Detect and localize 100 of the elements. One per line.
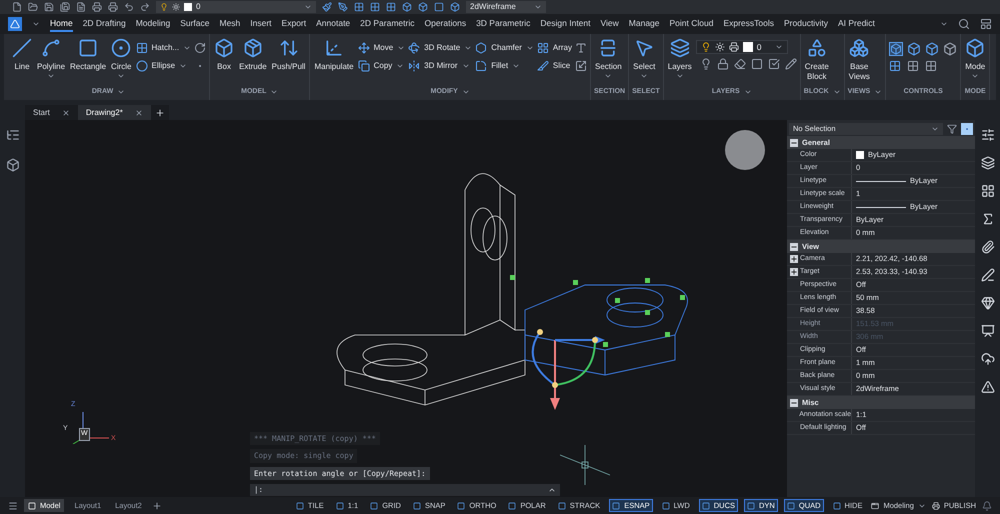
views-icon <box>849 38 870 58</box>
layer-tool-icon <box>700 58 712 70</box>
ribbon-tab[interactable]: AI Predict <box>838 16 875 32</box>
caret-icon <box>304 3 312 11</box>
ribbon-tool[interactable]: Array <box>536 42 572 54</box>
extrude-icon <box>242 38 263 58</box>
toolbar-icon <box>370 2 380 12</box>
ribbon-tab[interactable]: Operations <box>424 16 466 32</box>
ribbon-tab[interactable]: Home <box>50 16 73 32</box>
ribbon-tool[interactable]: Hatch... <box>136 42 192 54</box>
model-icon <box>28 502 36 510</box>
ribbon-tab[interactable]: Mesh <box>219 16 240 32</box>
line-sample <box>856 180 906 182</box>
filter-icon <box>947 124 957 134</box>
grid-icon <box>907 60 920 72</box>
ribbon-tool[interactable]: Polyline <box>36 38 66 80</box>
ribbon-tab[interactable]: Surface <box>180 16 210 32</box>
ribbon-tool[interactable]: Chamfer <box>475 42 534 54</box>
layer-dropdown[interactable]: 0 <box>156 1 316 13</box>
app-logo-icon <box>10 19 20 29</box>
ribbon-tool[interactable]: Rectangle <box>69 38 108 72</box>
plus-icon <box>152 500 162 510</box>
toggle-icon <box>612 502 620 510</box>
visual-style-dropdown[interactable]: 2dWireframe <box>466 1 546 13</box>
toggle-icon <box>662 502 670 510</box>
manipulator-icon <box>324 38 344 58</box>
bulb-icon <box>700 42 711 52</box>
ribbon-tool[interactable]: Fillet <box>475 60 534 72</box>
panel-icon <box>980 380 994 394</box>
ribbon-tool[interactable]: Create Block <box>804 38 830 82</box>
layer-dropdown[interactable]: 0 <box>696 40 788 54</box>
ribbon-tool[interactable]: Line <box>11 38 33 72</box>
ribbon-tab[interactable]: Modeling <box>136 16 170 32</box>
ribbon-tab[interactable]: 2D Parametric <box>360 16 414 32</box>
expand-icon <box>790 268 798 276</box>
close-icon <box>62 108 70 116</box>
ribbon-tab[interactable]: Design Intent <box>540 16 590 32</box>
printer-icon <box>728 42 739 52</box>
ribbon-tool[interactable]: Box <box>213 38 236 72</box>
arc-icon <box>194 42 206 54</box>
ribbon-tool[interactable]: Move <box>358 42 406 54</box>
grid-icon <box>925 60 938 72</box>
copy-icon <box>358 60 370 72</box>
ribbon-tool[interactable]: Manipulate <box>313 38 355 72</box>
cube-icon <box>943 42 958 56</box>
ribbon-tool[interactable]: Extrude <box>238 38 268 72</box>
cube-icon <box>925 42 940 56</box>
toggle-icon <box>832 502 841 510</box>
move-icon <box>358 42 370 54</box>
toolbar-icon <box>60 2 70 12</box>
panel-icon <box>980 128 994 142</box>
app-menu-button[interactable] <box>8 17 22 31</box>
layer-tool-icon <box>768 58 780 70</box>
ribbon-tab[interactable]: 2D Drafting <box>82 16 126 32</box>
sun-icon <box>714 42 725 52</box>
toggle-icon <box>296 502 304 510</box>
ribbon-tool[interactable]: Layers <box>666 38 693 80</box>
slice-icon <box>536 60 549 72</box>
toolbar-icon <box>44 2 54 12</box>
ribbon-tool[interactable]: Circle <box>110 38 132 80</box>
color-swatch <box>742 42 753 52</box>
ribbon-tool[interactable]: 3D Rotate <box>408 42 472 54</box>
hatch-icon <box>136 42 148 54</box>
toolbar-icon <box>386 2 396 12</box>
ribbon-tool[interactable]: Slice <box>536 60 572 72</box>
line-sample <box>856 206 906 208</box>
collapse-icon <box>790 138 798 146</box>
ribbon-tab[interactable]: Productivity <box>784 16 828 32</box>
workspace-icon <box>871 502 880 510</box>
panel-icon <box>980 324 994 338</box>
panel-icon <box>980 240 994 254</box>
document-tab[interactable]: Start <box>25 105 78 120</box>
toolbar-icon <box>450 2 460 12</box>
plus-icon <box>154 108 165 118</box>
ribbon-tool[interactable]: Push/Pull <box>270 38 306 72</box>
ribbon-tab[interactable]: Export <box>282 16 306 32</box>
ribbon-tool[interactable]: Ellipse <box>136 60 192 72</box>
ribbon-tab[interactable]: View <box>600 16 619 32</box>
ribbon-tool[interactable]: 3D Mirror <box>408 60 472 72</box>
ribbon-tab[interactable]: Annotate <box>316 16 350 32</box>
ribbon-tab[interactable]: Point Cloud <box>670 16 714 32</box>
ribbon-tab[interactable]: Manage <box>628 16 660 32</box>
cube-icon <box>907 42 922 56</box>
layer-tool-icon <box>716 58 729 70</box>
ribbon-tool[interactable]: Select <box>632 38 656 80</box>
new-tab-button[interactable] <box>150 105 169 120</box>
expand-icon <box>790 255 798 263</box>
cursor-icon <box>634 38 654 58</box>
cube-icon <box>6 158 20 172</box>
panel-icon <box>980 156 994 170</box>
ribbon-tab[interactable]: 3D Parametric <box>476 16 530 32</box>
ribbon-tool[interactable]: Base Views <box>848 38 871 82</box>
ribbon-tab[interactable]: Insert <box>250 16 272 32</box>
menu-icon <box>8 500 18 510</box>
toolbar-icon <box>108 2 118 12</box>
ribbon-tab[interactable]: ExpressTools <box>723 16 774 32</box>
document-tab[interactable]: Drawing2* <box>78 105 151 120</box>
ribbon-tool[interactable]: Copy <box>358 60 406 72</box>
ribbon-tool[interactable]: Section <box>594 38 623 80</box>
ribbon-tool[interactable]: Mode <box>964 38 986 80</box>
